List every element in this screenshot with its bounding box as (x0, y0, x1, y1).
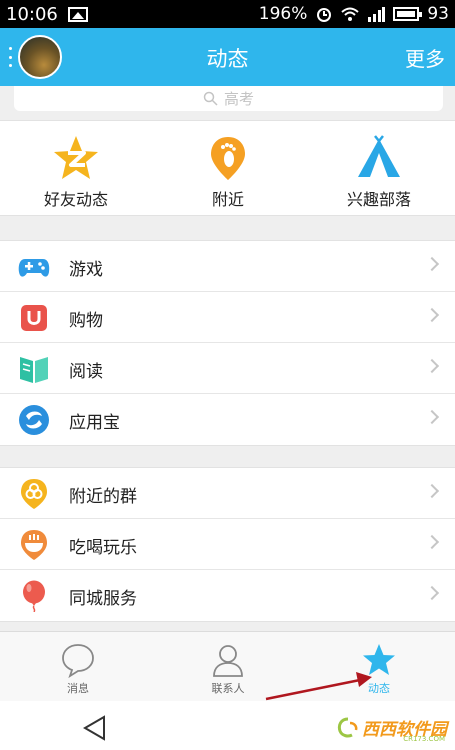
star-icon (363, 644, 395, 675)
tab-label: 联系人 (211, 682, 245, 695)
list-item-label: 应用宝 (69, 413, 120, 433)
feature-label: 兴趣部落 (346, 190, 411, 209)
list-item-label: 同城服务 (69, 589, 137, 609)
book-icon (20, 357, 48, 383)
footprint-pin-icon (211, 137, 245, 180)
contacts-icon (213, 645, 243, 677)
chevron-right-icon (424, 585, 440, 601)
list-item-label: 游戏 (69, 260, 103, 280)
search-placeholder: 高考 (223, 90, 254, 108)
watermark-leaf-icon (337, 717, 358, 737)
list-item-games[interactable]: 游戏 (0, 241, 455, 292)
list-item-reading[interactable]: 阅读 (0, 343, 455, 394)
list-item-label: 吃喝玩乐 (69, 538, 137, 558)
list-item-label: 附近的群 (69, 487, 137, 507)
chat-bubble-icon (62, 644, 94, 678)
feature-nearby[interactable]: 附近 (152, 121, 304, 217)
watermark-subtext: CR173.COM (403, 735, 445, 743)
wifi-icon (341, 7, 360, 21)
tab-label: 消息 (67, 682, 89, 695)
watermark-logo: 西西软件园 CR173.COM (337, 715, 447, 743)
feature-friend-feed[interactable]: 好友动态 (0, 121, 152, 217)
chevron-right-icon (424, 483, 440, 499)
qzone-star-icon (54, 136, 98, 179)
search-icon (203, 91, 218, 106)
search-input[interactable]: 高考 (14, 86, 443, 111)
balloon-icon (23, 580, 45, 612)
list-item-label: 阅读 (69, 362, 103, 382)
tab-feed[interactable]: 动态 (303, 632, 455, 702)
chevron-right-icon (424, 307, 440, 323)
bottom-tab-bar: 消息 联系人 动态 (0, 631, 455, 701)
list-item-app-store[interactable]: 应用宝 (0, 394, 455, 445)
list-item-food-fun[interactable]: 吃喝玩乐 (0, 519, 455, 570)
nearby-group-icon (21, 479, 47, 509)
list-item-shopping[interactable]: 购物 (0, 292, 455, 343)
more-button[interactable]: 更多 (405, 43, 445, 72)
tab-messages[interactable]: 消息 (2, 632, 154, 702)
feature-row: 好友动态 附近 兴趣部落 (0, 120, 455, 216)
app-header: 动态 更多 (0, 28, 455, 86)
page-title: 动态 (206, 47, 249, 71)
shopping-bag-icon (21, 305, 47, 331)
status-time: 10:06 (6, 3, 58, 25)
list-group-local: 附近的群 吃喝玩乐 同城服务 (0, 467, 455, 622)
food-icon (21, 530, 47, 560)
feature-interest-tribe[interactable]: 兴趣部落 (303, 121, 455, 217)
tent-icon (358, 135, 400, 177)
list-item-nearby-groups[interactable]: 附近的群 (0, 468, 455, 519)
tab-contacts[interactable]: 联系人 (152, 632, 304, 702)
back-triangle-icon[interactable] (82, 715, 108, 741)
chevron-right-icon (424, 409, 440, 425)
tab-label: 动态 (368, 682, 390, 695)
list-group-apps: 游戏 购物 阅读 应用宝 (0, 240, 455, 446)
cell-signal-icon (368, 7, 386, 22)
system-nav-bar: 西西软件园 CR173.COM (0, 701, 455, 750)
list-item-local-services[interactable]: 同城服务 (0, 570, 455, 621)
feature-label: 好友动态 (43, 190, 108, 209)
alarm-icon (317, 8, 332, 22)
status-bar: 10:06 196% 93 (0, 0, 455, 28)
chevron-right-icon (424, 358, 440, 374)
gamepad-icon (18, 259, 50, 277)
chevron-right-icon (424, 256, 440, 272)
zoom-level: 196% (258, 4, 308, 24)
app-store-icon (19, 405, 49, 435)
battery-level: 93 (427, 4, 449, 24)
chevron-right-icon (424, 534, 440, 550)
battery-icon (393, 7, 423, 21)
feature-label: 附近 (211, 190, 244, 209)
search-area: 高考 (0, 86, 455, 120)
gallery-notification-icon (67, 6, 88, 22)
list-item-label: 购物 (69, 311, 103, 331)
